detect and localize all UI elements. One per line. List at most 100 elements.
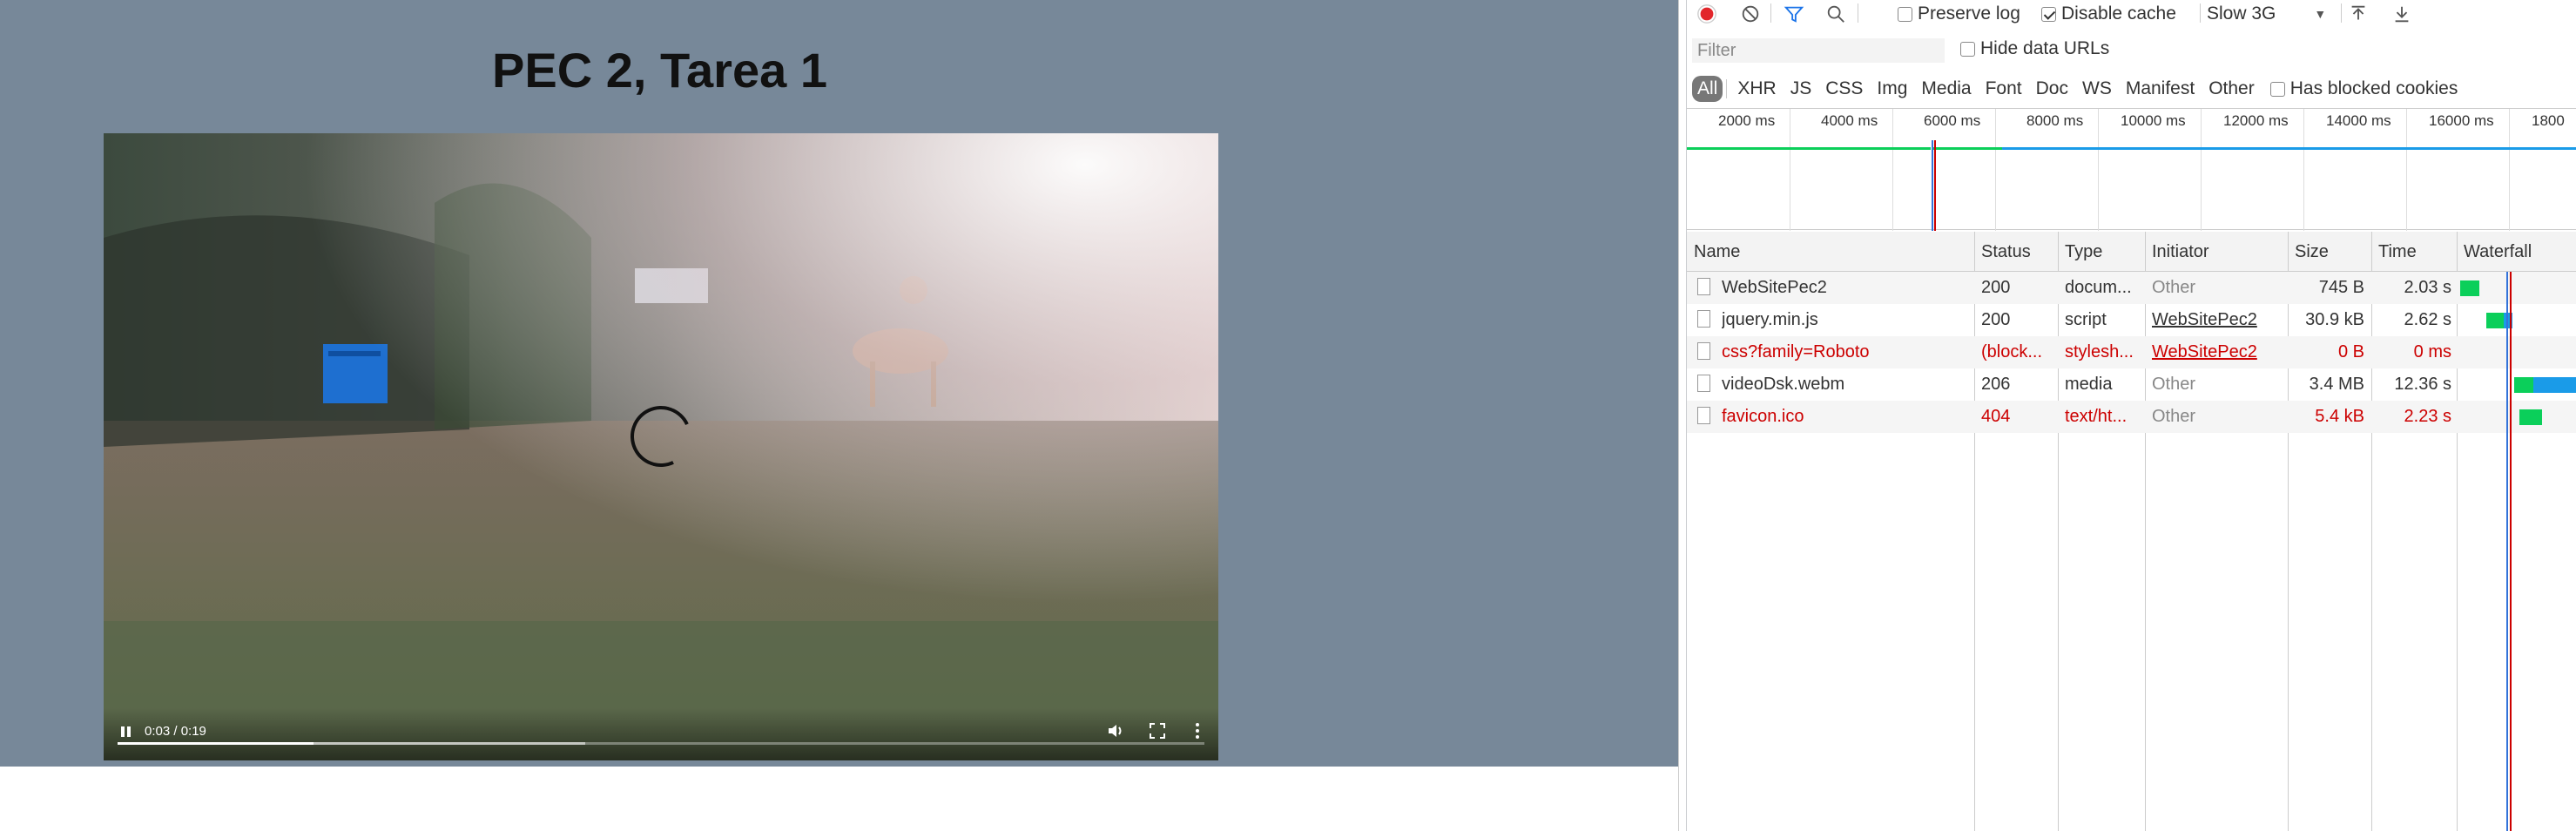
filter-icon[interactable] (1783, 3, 1805, 24)
waterfall-bar (2460, 280, 2479, 296)
request-size: 30.9 kB (2305, 310, 2364, 329)
table-row[interactable]: jquery.min.js 200 script WebSitePec2 30.9 kB… (1687, 304, 2576, 336)
type-filter-font[interactable]: Font (1980, 76, 2027, 102)
column-header-size[interactable]: Size (2295, 242, 2329, 262)
column-header-waterfall[interactable]: Waterfall (2464, 242, 2532, 262)
file-icon (1697, 278, 1710, 295)
checkbox-box (2269, 81, 2285, 97)
filter-input[interactable] (1692, 38, 1945, 63)
webpage-viewport: PEC 2, Tarea 1 0:03 / 0:19 (0, 0, 1678, 767)
request-name: css?family=Roboto (1722, 342, 1870, 361)
overview-tick: 14000 ms (2326, 112, 2391, 129)
page-bottom-area (0, 767, 1678, 831)
overview-tick: 1800 (2532, 112, 2565, 129)
preserve-log-checkbox[interactable]: Preserve log (1898, 3, 2020, 24)
request-initiator[interactable]: WebSitePec2 (2152, 342, 2283, 362)
overview-tick: 8000 ms (2026, 112, 2084, 129)
table-header: Name Status Type Initiator Size Time Wat… (1687, 232, 2576, 272)
hide-data-urls-label: Hide data URLs (1980, 38, 2110, 58)
request-name: favicon.ico (1722, 407, 1804, 426)
overview-tick: 2000 ms (1718, 112, 1776, 129)
request-time: 2.03 s (2404, 278, 2451, 297)
type-filter-css[interactable]: CSS (1820, 76, 1868, 102)
checkbox-box (2041, 6, 2056, 22)
waterfall-bar (2486, 313, 2504, 328)
pause-button[interactable] (118, 722, 137, 741)
overview-tick: 12000 ms (2223, 112, 2289, 129)
video-player[interactable]: 0:03 / 0:19 (104, 133, 1218, 760)
table-row[interactable]: favicon.ico 404 text/ht... Other 5.4 kB 2.23 … (1687, 401, 2576, 433)
column-header-type[interactable]: Type (2065, 242, 2102, 262)
import-har-icon[interactable] (2347, 3, 2370, 24)
type-filter-manifest[interactable]: Manifest (2121, 76, 2200, 102)
request-size: 3.4 MB (2309, 375, 2364, 394)
table-row[interactable]: videoDsk.webm 206 media Other 3.4 MB 12.36 s (1687, 368, 2576, 401)
type-filter-media[interactable]: Media (1916, 76, 1976, 102)
request-type: media (2065, 375, 2113, 394)
request-status: 404 (1981, 407, 2011, 426)
disable-cache-checkbox[interactable]: Disable cache (2041, 3, 2176, 24)
request-status: 200 (1981, 278, 2011, 297)
table-row[interactable]: css?family=Roboto (block... stylesh... WebS… (1687, 336, 2576, 368)
type-filter-doc[interactable]: Doc (2031, 76, 2074, 102)
type-filter-other[interactable]: Other (2203, 76, 2260, 102)
network-overview[interactable]: 2000 ms 4000 ms 6000 ms 8000 ms 10000 ms… (1687, 108, 2576, 231)
column-header-name[interactable]: Name (1694, 242, 1740, 262)
request-size: 745 B (2318, 278, 2364, 297)
overview-tick: 16000 ms (2429, 112, 2494, 129)
export-har-icon[interactable] (2391, 3, 2413, 24)
overview-tick: 4000 ms (1821, 112, 1878, 129)
network-toolbar: Preserve log Disable cache Slow 3G ▼ (1687, 0, 2576, 26)
disable-cache-label: Disable cache (2061, 3, 2176, 24)
waterfall-bar (2533, 377, 2576, 393)
has-blocked-cookies-label: Has blocked cookies (2289, 78, 2458, 98)
checkbox-box (1960, 41, 1975, 57)
request-initiator: Other (2152, 407, 2196, 426)
request-status: (block... (1981, 342, 2043, 361)
devtools-network-panel: Preserve log Disable cache Slow 3G ▼ Hid… (1686, 0, 2576, 831)
type-filter-js[interactable]: JS (1785, 76, 1817, 102)
hide-data-urls-checkbox[interactable]: Hide data URLs (1960, 38, 2109, 59)
request-status: 200 (1981, 310, 2011, 329)
file-icon (1697, 310, 1710, 328)
fullscreen-icon[interactable] (1147, 720, 1168, 741)
request-initiator: Other (2152, 278, 2196, 297)
request-time: 12.36 s (2394, 375, 2451, 394)
column-header-status[interactable]: Status (1981, 242, 2031, 262)
waterfall-bar (2514, 377, 2533, 393)
column-header-initiator[interactable]: Initiator (2152, 242, 2209, 262)
request-type: script (2065, 310, 2107, 329)
search-icon[interactable] (1824, 3, 1847, 24)
volume-icon[interactable] (1105, 720, 1126, 741)
type-filter-xhr[interactable]: XHR (1732, 76, 1781, 102)
request-name: jquery.min.js (1722, 310, 1818, 329)
throttling-value: Slow 3G (2207, 3, 2276, 24)
requests-table: Name Status Type Initiator Size Time Wat… (1687, 232, 2576, 831)
file-icon (1697, 407, 1710, 424)
checkbox-box (1898, 6, 1912, 22)
throttling-select[interactable]: Slow 3G ▼ (2207, 3, 2326, 24)
more-options-icon[interactable] (1187, 720, 1208, 741)
video-controls: 0:03 / 0:19 (104, 708, 1218, 760)
overview-green-bar (1687, 147, 1931, 150)
type-filter-img[interactable]: Img (1871, 76, 1912, 102)
preserve-log-label: Preserve log (1918, 3, 2020, 24)
overview-load-marker (1934, 140, 1936, 231)
file-icon (1697, 342, 1710, 360)
type-filter-ws[interactable]: WS (2077, 76, 2117, 102)
file-icon (1697, 375, 1710, 392)
column-header-time[interactable]: Time (2378, 242, 2417, 262)
table-row[interactable]: WebSitePec2 200 docum... Other 745 B 2.03 s (1687, 272, 2576, 304)
clear-icon[interactable] (1739, 3, 1762, 24)
type-filter-all[interactable]: All (1692, 76, 1723, 102)
waterfall-bar (2519, 409, 2542, 425)
request-initiator[interactable]: WebSitePec2 (2152, 310, 2283, 330)
request-type: docum... (2065, 278, 2132, 297)
request-time: 2.23 s (2404, 407, 2451, 426)
record-icon[interactable] (1696, 3, 1718, 24)
has-blocked-cookies-checkbox[interactable]: Has blocked cookies (2269, 78, 2458, 99)
devtools-splitter[interactable] (1678, 0, 1686, 831)
request-name: WebSitePec2 (1722, 278, 1827, 297)
video-seek-bar[interactable] (118, 742, 1204, 745)
resource-type-filters: All XHR JS CSS Img Media Font Doc WS Man… (1687, 73, 2576, 105)
